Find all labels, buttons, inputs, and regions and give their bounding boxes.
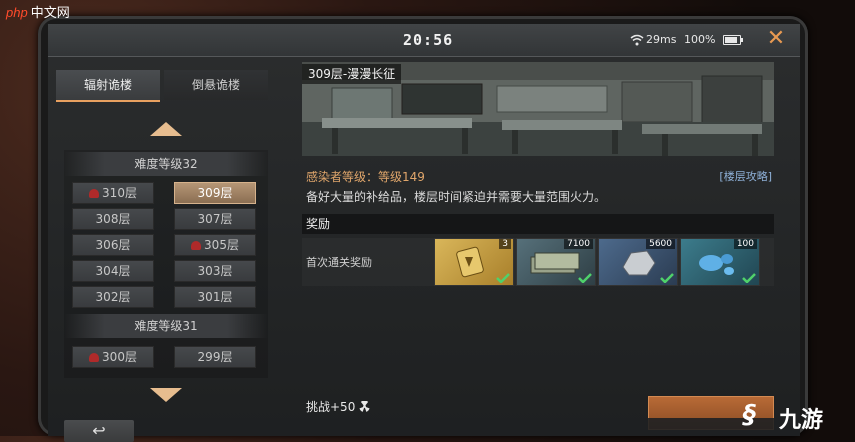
battery-icon — [723, 35, 743, 45]
jiuyou-mark-icon: § — [743, 400, 756, 430]
back-button[interactable]: ↩ — [64, 420, 134, 442]
tab-inverted-tower[interactable]: 倒悬诡楼 — [164, 70, 268, 100]
claimed-check-icon — [578, 273, 592, 283]
floor-list[interactable]: 难度等级32 310层 309层 308层 307层 306层 305层 304… — [64, 150, 268, 378]
floor-label: 310层 — [102, 186, 137, 200]
wifi-icon — [630, 34, 644, 46]
first-clear-label: 首次通关奖励 — [306, 256, 372, 269]
floor-button-309[interactable]: 309层 — [174, 182, 256, 204]
floor-label: 304层 — [95, 264, 131, 278]
floor-button-308[interactable]: 308层 — [72, 208, 154, 230]
reward-header: 奖励 — [302, 214, 774, 234]
floor-button-300[interactable]: 300层 — [72, 346, 154, 368]
floor-detail-panel: 309层-漫漫长征 感染者等级：等级149 [楼层攻略] 备好大量的补给品，楼层… — [302, 62, 774, 436]
scroll-up-arrow-icon[interactable] — [150, 122, 182, 136]
floor-description: 备好大量的补给品，楼层时间紧迫并需要大量范围火力。 — [306, 190, 607, 204]
skull-icon — [89, 353, 100, 362]
reward-metal-ore[interactable]: 5600 — [598, 238, 678, 286]
floor-label: 303层 — [197, 264, 233, 278]
floor-label: 300层 — [102, 350, 137, 364]
reward-cash-stack[interactable]: 7100 — [516, 238, 596, 286]
claimed-check-icon — [496, 273, 510, 283]
floor-label: 305层 — [204, 238, 239, 252]
skull-icon — [89, 189, 100, 198]
first-clear-reward-row: 首次通关奖励 3 7100 5600 100 — [302, 238, 774, 286]
floor-label: 307层 — [197, 212, 233, 226]
floor-button-310[interactable]: 310层 — [72, 182, 154, 204]
reward-count: 5600 — [646, 239, 675, 249]
floor-scene-image: 309层-漫漫长征 — [302, 62, 774, 156]
floor-button-305[interactable]: 305层 — [174, 234, 256, 256]
reward-count: 100 — [733, 239, 757, 249]
claimed-check-icon — [660, 273, 674, 283]
floor-label: 301层 — [197, 290, 233, 304]
claimed-check-icon — [742, 273, 756, 283]
infected-level: 感染者等级：等级149 — [306, 170, 425, 184]
bottom-bar — [48, 418, 800, 436]
ping-value: 29ms — [646, 33, 677, 46]
challenge-cost-label: 挑战+50 — [306, 400, 356, 414]
clock: 20:56 — [403, 31, 454, 49]
reward-count: 3 — [499, 239, 511, 249]
status-bar: 20:56 29ms 100% ✕ — [48, 24, 800, 57]
reward-blue-gel[interactable]: 100 — [680, 238, 760, 286]
floor-title: 309层-漫漫长征 — [302, 64, 402, 84]
reward-count: 7100 — [564, 239, 593, 249]
floor-list-panel: 辐射诡楼 倒悬诡楼 难度等级32 310层 309层 308层 307层 306… — [56, 66, 276, 436]
jiuyou-watermark-logo: § 九游 — [743, 396, 847, 433]
difficulty-header: 难度等级32 — [64, 152, 268, 176]
floor-guide-link[interactable]: [楼层攻略] — [719, 168, 772, 184]
close-icon[interactable]: ✕ — [764, 26, 788, 52]
battery-percent: 100% — [684, 33, 716, 46]
floor-label: 309层 — [197, 186, 233, 200]
floor-label: 306层 — [95, 238, 131, 252]
php-watermark: php 中文网 — [6, 2, 70, 21]
floor-label: 308层 — [95, 212, 131, 226]
php-text: 中文网 — [30, 5, 70, 20]
floor-button-306[interactable]: 306层 — [72, 234, 154, 256]
floor-button-302[interactable]: 302层 — [72, 286, 154, 308]
jiuyou-logo-text: 九游 — [779, 408, 824, 433]
challenge-cost: 挑战+50 — [306, 398, 370, 415]
floor-button-304[interactable]: 304层 — [72, 260, 154, 282]
floor-button-301[interactable]: 301层 — [174, 286, 256, 308]
php-brand: php — [6, 5, 28, 20]
floor-label: 299层 — [197, 350, 233, 364]
skull-icon — [191, 241, 202, 250]
floor-label: 302层 — [95, 290, 131, 304]
scroll-down-arrow-icon[interactable] — [150, 388, 182, 402]
game-screen: 20:56 29ms 100% ✕ 辐射诡楼 倒悬诡楼 难度等级32 310层 … — [48, 24, 800, 436]
floor-button-299[interactable]: 299层 — [174, 346, 256, 368]
radiation-icon — [359, 401, 370, 412]
tab-radiation-tower[interactable]: 辐射诡楼 — [56, 70, 160, 102]
floor-button-303[interactable]: 303层 — [174, 260, 256, 282]
difficulty-header: 难度等级31 — [64, 314, 268, 338]
reward-gold-badge[interactable]: 3 — [434, 238, 514, 286]
floor-button-307[interactable]: 307层 — [174, 208, 256, 230]
